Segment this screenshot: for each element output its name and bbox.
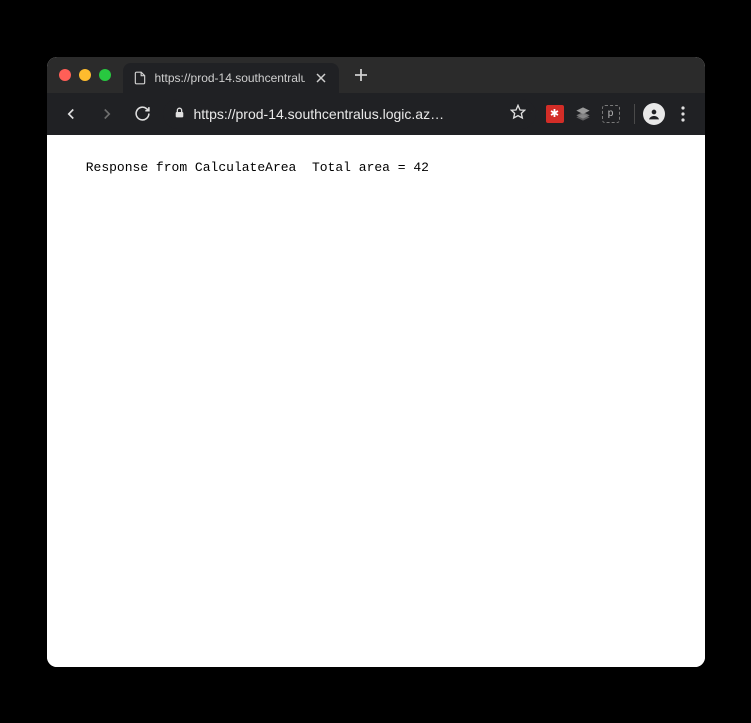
reload-button[interactable] [127, 98, 159, 130]
address-url: https://prod-14.southcentralus.logic.az… [194, 106, 445, 122]
response-text: Response from CalculateArea Total area =… [86, 160, 429, 175]
bookmark-star-icon[interactable] [510, 104, 526, 123]
new-tab-button[interactable] [349, 63, 373, 87]
tab-title: https://prod-14.southcentralus [155, 71, 305, 85]
browser-tab[interactable]: https://prod-14.southcentralus [123, 63, 339, 93]
address-bar[interactable]: https://prod-14.southcentralus.logic.az… [163, 99, 536, 129]
traffic-lights [59, 69, 111, 81]
window-maximize-button[interactable] [99, 69, 111, 81]
browser-window: https://prod-14.southcentralus [47, 57, 705, 667]
page-content: Response from CalculateArea Total area =… [47, 135, 705, 667]
buffer-extension-icon[interactable] [574, 105, 592, 123]
titlebar: https://prod-14.southcentralus [47, 57, 705, 93]
tab-close-button[interactable] [313, 70, 329, 86]
window-minimize-button[interactable] [79, 69, 91, 81]
toolbar-separator [634, 104, 635, 124]
pocket-extension-icon[interactable]: p [602, 105, 620, 123]
menu-button[interactable] [669, 100, 697, 128]
lastpass-extension-icon[interactable] [546, 105, 564, 123]
window-close-button[interactable] [59, 69, 71, 81]
forward-button[interactable] [91, 98, 123, 130]
page-icon [133, 71, 147, 85]
extension-icons: p [546, 105, 620, 123]
secure-lock-icon [173, 106, 186, 122]
profile-avatar-button[interactable] [643, 103, 665, 125]
back-button[interactable] [55, 98, 87, 130]
toolbar: https://prod-14.southcentralus.logic.az…… [47, 93, 705, 135]
